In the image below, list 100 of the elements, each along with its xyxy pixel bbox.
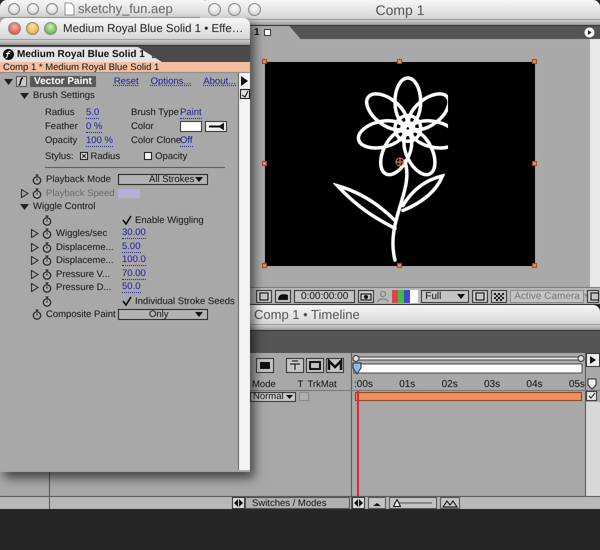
checkerboard-icon[interactable] — [491, 290, 508, 302]
stopwatch-icon[interactable] — [42, 296, 52, 307]
selection-handle[interactable] — [262, 263, 267, 268]
twirl-icon[interactable] — [4, 77, 13, 86]
value-field[interactable]: 70.00 — [122, 268, 146, 280]
column-header[interactable]: T — [298, 378, 308, 390]
view-options-icon[interactable] — [472, 290, 488, 302]
stopwatch-icon[interactable] — [42, 268, 52, 280]
panel-tab[interactable]: 1 — [250, 26, 301, 39]
twirl-icon[interactable] — [30, 242, 39, 252]
twirl-icon[interactable] — [20, 202, 29, 212]
timecode-field[interactable]: 0:00:00:00 — [294, 290, 356, 302]
group-label[interactable]: Brush Settings — [33, 90, 95, 101]
selection-handle[interactable] — [262, 161, 267, 166]
effect-icon — [3, 49, 14, 60]
resolution-dropdown[interactable]: Full — [421, 290, 470, 302]
value-field[interactable]: 30.00 — [122, 228, 146, 240]
window-button[interactable] — [248, 3, 261, 16]
property-dropdown[interactable]: Only — [118, 309, 208, 320]
value-field[interactable]: 100.0 — [122, 255, 146, 266]
panel-menu-icon[interactable] — [586, 353, 600, 367]
selection-handle[interactable] — [532, 161, 537, 166]
value-field[interactable]: Off — [180, 134, 192, 146]
zoom-in-icon[interactable] — [440, 497, 460, 509]
group-label[interactable]: Wiggle Control — [33, 201, 96, 212]
draft-icon[interactable] — [286, 358, 304, 373]
twirl-icon[interactable] — [20, 90, 29, 100]
checkbox[interactable] — [80, 152, 88, 160]
value-field[interactable]: 100 % — [86, 134, 113, 146]
window-button[interactable] — [44, 22, 57, 35]
checkbox[interactable] — [122, 296, 132, 306]
column-header[interactable]: Mode — [252, 378, 298, 390]
window-button[interactable] — [26, 22, 39, 35]
stopwatch-icon[interactable] — [42, 282, 52, 294]
stopwatch-icon[interactable] — [42, 228, 52, 240]
anchor-point-icon[interactable] — [395, 157, 405, 167]
region-icon[interactable] — [256, 290, 272, 302]
film-icon[interactable] — [306, 358, 324, 373]
twirl-icon[interactable] — [30, 229, 39, 238]
window-button[interactable] — [46, 2, 58, 14]
selection-handle[interactable] — [532, 263, 537, 268]
selection-handle[interactable] — [262, 59, 267, 64]
zoom-slider[interactable] — [389, 497, 437, 509]
property-label: Playback Mode — [46, 174, 112, 186]
checkbox[interactable] — [122, 215, 132, 226]
window-button[interactable] — [8, 22, 21, 35]
column-header[interactable]: TrkMat — [307, 378, 352, 390]
checkbox-label: Individual Stroke Seeds — [135, 296, 235, 307]
value-field[interactable]: 5.00 — [122, 242, 140, 253]
stopwatch-icon[interactable] — [42, 214, 52, 226]
color-swatch[interactable] — [180, 120, 202, 132]
window-button[interactable] — [8, 2, 20, 14]
window-button[interactable] — [228, 3, 241, 16]
expand-arrows-icon[interactable] — [352, 497, 365, 509]
stopwatch-icon[interactable] — [32, 309, 42, 320]
effect-link[interactable]: About... — [203, 76, 236, 88]
stopwatch-icon[interactable] — [32, 188, 42, 199]
switches-modes-button[interactable]: Switches / Modes — [245, 497, 350, 509]
selection-handle[interactable] — [397, 59, 402, 64]
panel-tab[interactable]: Medium Royal Blue Solid 1 — [0, 47, 162, 62]
layout-icon[interactable] — [587, 290, 600, 302]
motion-blur-icon[interactable] — [326, 358, 344, 373]
value-field[interactable]: 0 % — [86, 120, 102, 132]
marker-icon[interactable] — [586, 378, 598, 390]
mode-dropdown[interactable]: Normal — [250, 392, 296, 402]
caret-icon — [195, 177, 203, 182]
panel-menu-icon[interactable] — [240, 75, 249, 87]
stopwatch-icon[interactable] — [42, 242, 52, 253]
options-icon[interactable] — [240, 89, 250, 99]
color-channels-icon[interactable] — [392, 290, 418, 302]
panel-menu-icon[interactable] — [584, 27, 595, 38]
effect-switch-icon[interactable] — [16, 76, 27, 88]
eyedropper-icon[interactable] — [205, 120, 227, 132]
window-button[interactable] — [208, 3, 221, 16]
stopwatch-icon[interactable] — [42, 255, 52, 266]
property-dropdown[interactable]: All Strokes — [118, 174, 208, 186]
mask-icon[interactable] — [275, 290, 291, 302]
value-field[interactable]: 5.0 — [86, 106, 100, 118]
tab-menu-icon[interactable] — [264, 29, 271, 36]
matte-field[interactable] — [298, 392, 309, 401]
effect-link[interactable]: Options... — [150, 76, 192, 88]
camera-icon[interactable] — [256, 358, 274, 373]
checkbox-label: Opacity — [155, 150, 188, 162]
checkbox[interactable] — [144, 152, 152, 160]
twirl-icon[interactable] — [30, 270, 39, 279]
value-field[interactable]: 50.0 — [122, 282, 140, 294]
stopwatch-icon[interactable] — [32, 174, 42, 186]
slider-thumb[interactable] — [392, 499, 401, 507]
selection-handle[interactable] — [532, 59, 537, 64]
zoom-out-icon[interactable] — [368, 497, 386, 509]
checkbox-icon[interactable] — [586, 391, 597, 401]
ruler-label: 02s — [442, 379, 458, 390]
twirl-icon[interactable] — [30, 256, 39, 266]
camera-icon[interactable] — [358, 290, 374, 302]
selection-handle[interactable] — [397, 263, 402, 268]
expand-arrows-icon[interactable] — [232, 497, 245, 509]
value-field[interactable]: Paint — [180, 106, 202, 118]
effect-link[interactable]: Reset — [114, 76, 139, 88]
window-button[interactable] — [27, 2, 39, 14]
twirl-icon[interactable] — [30, 283, 39, 292]
